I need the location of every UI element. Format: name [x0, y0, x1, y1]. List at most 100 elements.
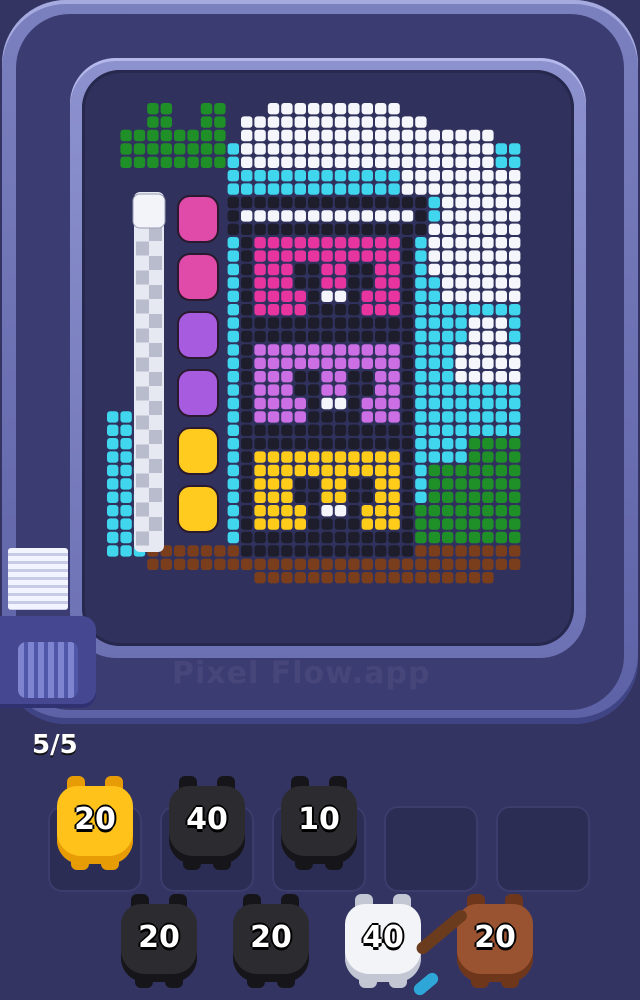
pixel-block [468, 304, 481, 316]
pixel-block [267, 384, 280, 396]
pixel-block [321, 129, 333, 142]
pixel-block [321, 170, 333, 182]
pixel-block [401, 223, 414, 235]
pixel-block [442, 223, 454, 235]
pixel-block [468, 464, 481, 477]
pixel-block [388, 344, 400, 356]
pixel-block [428, 491, 440, 503]
pixel-block [428, 357, 440, 369]
pixel-block [428, 304, 440, 316]
pixel-block [241, 223, 253, 235]
pixel-block [482, 304, 494, 316]
pixel-block [442, 304, 454, 316]
pig-shooter[interactable]: 20 [53, 776, 137, 870]
pixel-block [442, 491, 454, 503]
pixel-block [308, 531, 320, 544]
pixel-block [281, 344, 293, 356]
pixel-block [428, 237, 440, 249]
pixel-block [254, 290, 266, 302]
pixel-block [308, 237, 320, 249]
pixel-block [375, 397, 387, 410]
pixel-block [254, 411, 266, 423]
pixel-block [415, 156, 427, 168]
pig-shooter[interactable]: 20 [229, 894, 313, 988]
pixel-block [455, 518, 467, 530]
queue-pig-icon [177, 311, 219, 359]
pig-shooter[interactable]: 40 [165, 776, 249, 870]
pixel-block [294, 357, 306, 369]
pixel-block [187, 143, 199, 155]
pixel-block [334, 478, 347, 490]
pixel-block [227, 156, 239, 168]
pixel-block [241, 330, 253, 343]
pixel-block [241, 518, 253, 530]
pixel-block [294, 170, 306, 182]
pig-slot[interactable] [496, 806, 590, 892]
rail-check [136, 415, 149, 430]
pixel-block [455, 545, 467, 557]
pixel-block [241, 170, 253, 182]
pixel-block [375, 491, 387, 503]
pixel-block [281, 464, 293, 477]
pixel-block [227, 505, 239, 517]
pig-ammo: 20 [138, 920, 180, 955]
pixel-block [495, 304, 507, 316]
pixel-block [375, 572, 387, 584]
pixel-block [227, 277, 239, 289]
pixel-block [375, 344, 387, 356]
pixel-block [361, 531, 373, 544]
pixel-block [468, 210, 481, 222]
pixel-block [482, 572, 494, 584]
pixel-block [509, 277, 521, 289]
pixel-block [267, 129, 280, 142]
pixel-block [495, 344, 507, 356]
pixel-block [442, 531, 454, 544]
pixel-block [348, 491, 360, 503]
pixel-block [281, 250, 293, 262]
pig-shooter[interactable]: 40 [341, 894, 425, 988]
pixel-block [388, 518, 400, 530]
pixel-block [361, 263, 373, 276]
pixel-block [267, 304, 280, 316]
pixel-block [495, 464, 507, 477]
pixel-block [321, 478, 333, 490]
pixel-block [294, 558, 306, 570]
pixel-block [241, 237, 253, 249]
pixel-block [455, 129, 467, 142]
pixel-block [495, 290, 507, 302]
pixel-block [361, 143, 373, 155]
pixel-block [267, 558, 280, 570]
pixel-block [415, 250, 427, 262]
pixel-block [375, 411, 387, 423]
pixel-block [468, 250, 481, 262]
pixel-block [468, 196, 481, 209]
pixel-block [267, 277, 280, 289]
pixel-block [361, 210, 373, 222]
pixel-block [174, 545, 186, 557]
pixel-block [388, 156, 400, 168]
pixel-block [308, 156, 320, 168]
pixel-block [495, 250, 507, 262]
pixel-block [495, 330, 507, 343]
pixel-block [334, 129, 347, 142]
pixel-block [428, 210, 440, 222]
pixel-block [428, 263, 440, 276]
pixel-block [428, 397, 440, 410]
pixel-block [187, 545, 199, 557]
pixel-block [482, 478, 494, 490]
pig-slot[interactable] [384, 806, 478, 892]
pixel-block [241, 545, 253, 557]
pig-shooter[interactable]: 10 [277, 776, 361, 870]
pixel-block [428, 478, 440, 490]
pixel-block [442, 129, 454, 142]
pixel-block [267, 491, 280, 503]
pixel-block [482, 210, 494, 222]
pig-shooter[interactable]: 20 [117, 894, 201, 988]
pixel-block [321, 384, 333, 396]
pixel-block [107, 478, 119, 490]
pixel-block [428, 438, 440, 450]
pixel-block [361, 250, 373, 262]
pixel-block [482, 156, 494, 168]
pixel-block [227, 384, 239, 396]
pig-shooter[interactable]: 20 [453, 894, 537, 988]
